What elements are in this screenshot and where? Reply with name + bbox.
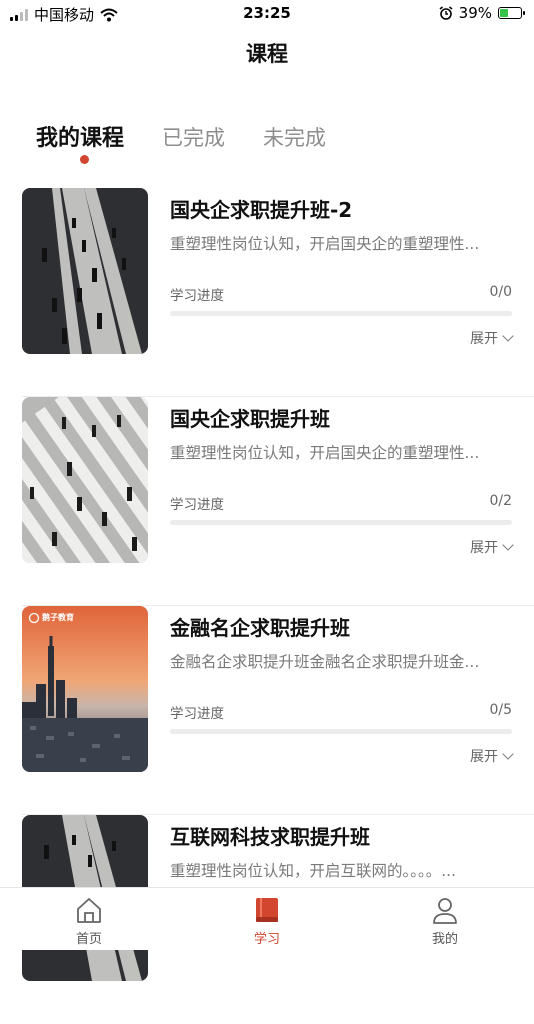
course-title: 金融名企求职提升班 xyxy=(170,616,350,640)
nav-home[interactable]: 首页 xyxy=(39,894,139,947)
bottom-nav: 首页 学习 我的 xyxy=(0,887,534,950)
course-title: 互联网科技求职提升班 xyxy=(170,825,370,849)
alarm-icon xyxy=(439,6,453,20)
progress-bar xyxy=(170,311,512,316)
progress-label: 学习进度 xyxy=(170,288,224,304)
status-bar: 中国移动 23:25 39% xyxy=(0,0,534,28)
course-description: 重塑理性岗位认知，开启国央企的重塑理性... xyxy=(170,235,480,253)
progress-label: 学习进度 xyxy=(170,497,224,513)
page-title: 课程 xyxy=(246,42,288,66)
progress-value: 0/5 xyxy=(489,702,512,718)
course-title: 国央企求职提升班 xyxy=(170,407,330,431)
progress-value: 0/0 xyxy=(489,284,512,300)
home-icon xyxy=(77,898,101,923)
battery-icon xyxy=(498,7,525,19)
expand-button[interactable]: 展开 xyxy=(470,746,514,766)
course-thumbnail xyxy=(22,188,148,354)
chevron-down-icon xyxy=(502,748,514,760)
course-thumbnail xyxy=(22,397,148,563)
expand-label: 展开 xyxy=(470,331,498,347)
tab-completed[interactable]: 已完成 xyxy=(162,122,225,152)
course-description: 重塑理性岗位认知，开启国央企的重塑理性... xyxy=(170,444,480,462)
expand-button[interactable]: 展开 xyxy=(470,537,514,557)
expand-label: 展开 xyxy=(470,749,498,765)
progress-label: 学习进度 xyxy=(170,706,224,722)
course-card[interactable]: 国央企求职提升班 重塑理性岗位认知，开启国央企的重塑理性... 学习进度 0/2… xyxy=(0,397,534,606)
nav-study[interactable]: 学习 xyxy=(217,894,317,947)
nav-profile[interactable]: 我的 xyxy=(395,894,495,947)
active-tab-indicator xyxy=(80,155,89,164)
chevron-down-icon xyxy=(502,539,514,551)
course-tabs: 我的课程 已完成 未完成 xyxy=(36,120,326,152)
progress-value: 0/2 xyxy=(489,493,512,509)
expand-label: 展开 xyxy=(470,540,498,556)
tab-my-courses[interactable]: 我的课程 xyxy=(36,120,124,152)
course-card[interactable]: 国央企求职提升班-2 重塑理性岗位认知，开启国央企的重塑理性... 学习进度 0… xyxy=(0,188,534,397)
course-description: 重塑理性岗位认知，开启互联网的。。。。... xyxy=(170,862,457,880)
tab-incomplete[interactable]: 未完成 xyxy=(263,122,326,152)
course-title: 国央企求职提升班-2 xyxy=(170,198,353,222)
nav-home-label: 首页 xyxy=(75,932,102,947)
progress-bar xyxy=(170,520,512,525)
user-icon xyxy=(433,898,457,924)
nav-study-label: 学习 xyxy=(253,932,280,947)
progress-bar xyxy=(170,729,512,734)
course-description: 金融名企求职提升班金融名企求职提升班金... xyxy=(170,653,480,671)
course-thumbnail: 鹅子教育 xyxy=(22,606,148,772)
course-card[interactable]: 鹅子教育 金融名企求职提升班 金融名企求职提升班金融名企求职提升班金... 学习… xyxy=(0,606,534,815)
chevron-down-icon xyxy=(502,330,514,342)
book-icon xyxy=(256,898,278,922)
thumbnail-logo-text: 鹅子教育 xyxy=(42,613,74,622)
expand-button[interactable]: 展开 xyxy=(470,328,514,348)
battery-percent: 39% xyxy=(458,4,492,22)
nav-profile-label: 我的 xyxy=(431,932,458,947)
